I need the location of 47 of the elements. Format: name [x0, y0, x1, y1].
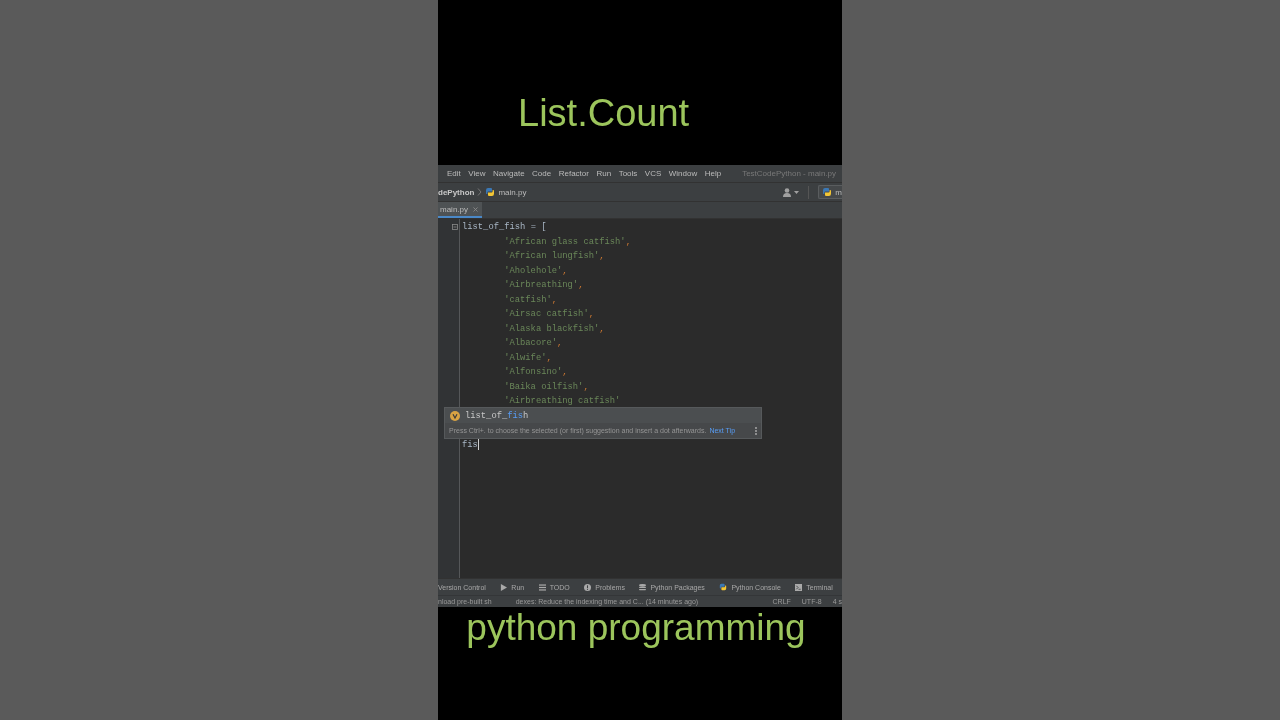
play-icon [500, 583, 508, 591]
code-line: 'Airsac catfish', [504, 308, 594, 321]
completion-item[interactable]: list_of_fish [465, 410, 529, 421]
menu-item[interactable]: Help [704, 169, 722, 178]
editor-tab[interactable]: main.py [438, 202, 482, 218]
menu-item[interactable]: Refactor [558, 169, 589, 178]
caret-icon[interactable] [794, 190, 800, 194]
code-line: 'Alfonsino', [504, 366, 568, 379]
cursor-icon [477, 439, 479, 451]
list-icon [538, 583, 546, 591]
variable-icon [450, 410, 460, 421]
menu-item[interactable]: Tools [618, 169, 638, 178]
breadcrumb-project[interactable]: dePython [438, 187, 475, 197]
menu-item[interactable]: VCS [644, 169, 662, 178]
menu-item[interactable]: Navigate [493, 169, 525, 178]
code-line: fis [462, 438, 478, 452]
code-line: 'Airbreathing', [504, 279, 584, 292]
code-editor[interactable] [438, 219, 842, 578]
code-line: 'Baika oilfish', [504, 380, 589, 394]
code-line: 'Alwife', [504, 351, 552, 365]
stack-icon [639, 583, 647, 591]
code-line: list_of_fish = [ [462, 221, 547, 234]
video-caption: python programming [466, 609, 806, 648]
code-line: 'African glass catfish', [504, 235, 631, 249]
close-icon[interactable] [473, 206, 478, 212]
menu-item[interactable]: Window [668, 169, 698, 178]
breadcrumb-file[interactable]: main.py [498, 187, 527, 197]
code-line: 'Albacore', [504, 337, 563, 350]
code-line: 'catfish', [504, 293, 557, 307]
person-icon[interactable] [783, 187, 792, 197]
fold-icon[interactable] [452, 224, 458, 230]
menu-item[interactable]: Code [532, 169, 552, 178]
python-icon [822, 187, 833, 197]
menu-item[interactable]: View [468, 169, 486, 178]
menu-item[interactable]: Edit [447, 169, 461, 178]
run-configuration[interactable]: m [818, 185, 842, 199]
info-icon [584, 583, 592, 591]
chevron-icon [477, 188, 483, 196]
code-line: 'Aholehole', [504, 264, 568, 278]
code-line: 'African lungfish', [504, 250, 605, 263]
python-file-icon [485, 187, 496, 197]
terminal-icon [795, 583, 803, 591]
code-line: 'Alaska blackfish', [504, 322, 605, 336]
menu-item[interactable]: Run [596, 169, 612, 178]
python-icon [719, 583, 728, 591]
video-title: List.Count [518, 94, 690, 132]
code-line: 'Airbreathing catfish' [504, 395, 621, 408]
